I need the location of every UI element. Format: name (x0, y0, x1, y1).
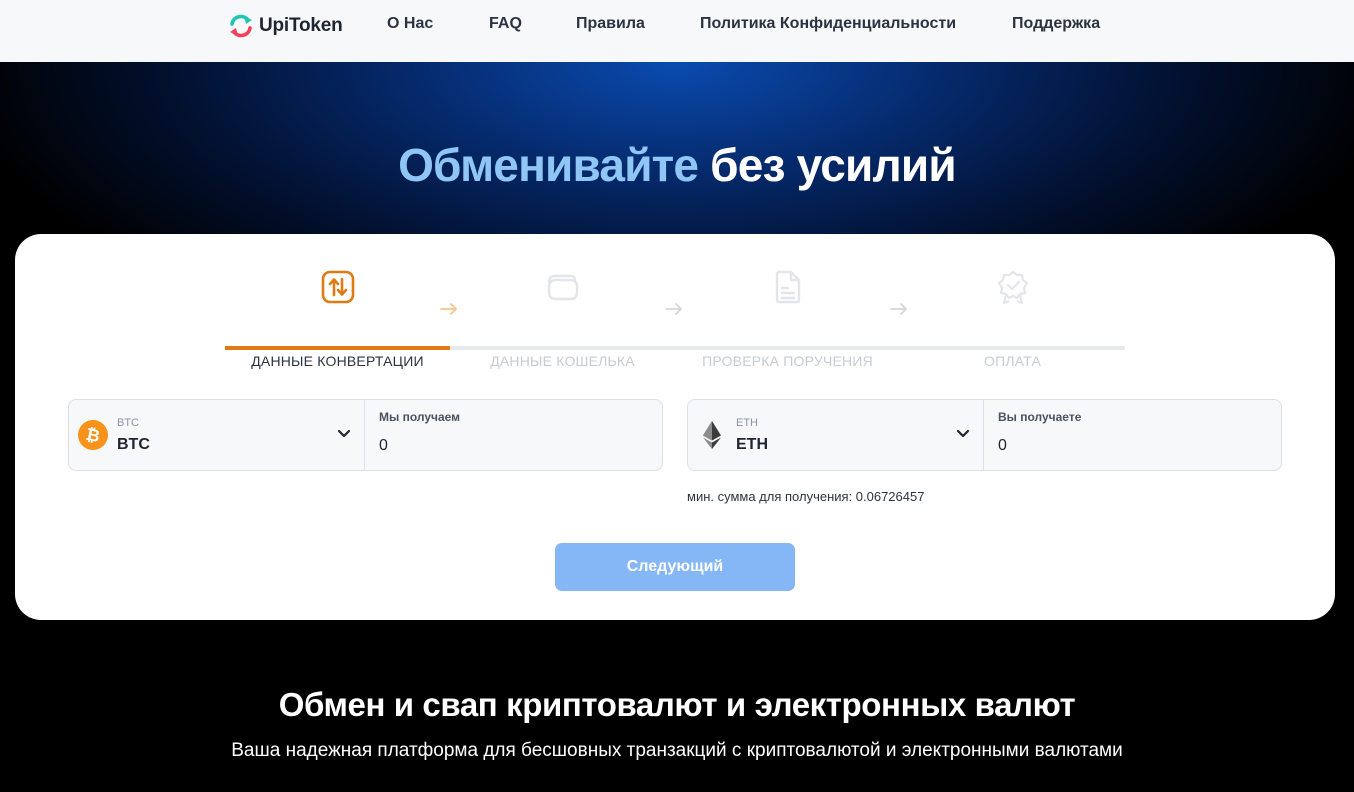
next-button[interactable]: Следующий (555, 543, 795, 591)
step-progress-fill (225, 346, 450, 350)
step-order-review[interactable]: ПРОВЕРКА ПОРУЧЕНИЯ (675, 270, 900, 369)
send-field-group: ₿ BTC BTC Мы получаем (68, 399, 663, 471)
top-nav: UpiToken О Нас FAQ Правила Политика Конф… (0, 0, 1354, 62)
send-amount-label: Мы получаем (379, 410, 461, 424)
brand-name: UpiToken (259, 15, 343, 36)
document-icon (775, 270, 801, 304)
step-label: ПРОВЕРКА ПОРУЧЕНИЯ (702, 353, 873, 369)
wallet-icon (547, 274, 579, 301)
hero-title: Обменивайте без усилий (0, 138, 1354, 192)
send-currency-code: BTC (117, 417, 139, 429)
chevron-down-icon (337, 429, 351, 438)
nav-link-rules[interactable]: Правила (576, 15, 645, 33)
send-currency-select[interactable]: ₿ BTC BTC (69, 400, 365, 470)
receive-amount-input[interactable] (998, 434, 1258, 458)
step-payment[interactable]: ОПЛАТА (900, 270, 1125, 369)
receive-field-group: ETH ETH Вы получаете (687, 399, 1282, 471)
award-badge-icon (997, 270, 1029, 304)
step-label: ДАННЫЕ КОНВЕРТАЦИИ (251, 353, 424, 369)
step-label: ДАННЫЕ КОШЕЛЬКА (490, 353, 635, 369)
receive-currency-name: ETH (736, 436, 768, 453)
nav-link-support[interactable]: Поддержка (1012, 15, 1100, 33)
brand-logo-link[interactable]: UpiToken (228, 12, 343, 40)
section-title: Обмен и свап криптовалют и электронных в… (278, 686, 1076, 723)
step-label: ОПЛАТА (983, 353, 1041, 369)
nav-link-faq[interactable]: FAQ (489, 15, 522, 33)
receive-amount-field: Вы получаете (985, 400, 1282, 470)
chevron-down-icon (956, 429, 970, 438)
send-amount-input[interactable] (379, 434, 639, 458)
nav-link-about[interactable]: О Нас (387, 15, 433, 33)
send-amount-field: Мы получаем (366, 400, 663, 470)
hero-title-highlight: Обменивайте (398, 139, 699, 191)
ethereum-icon (703, 421, 721, 449)
send-currency-name: BTC (117, 436, 150, 453)
section-subtitle: Ваша надежная платформа для бесшовных тр… (231, 740, 1123, 761)
receive-amount-label: Вы получаете (998, 410, 1082, 424)
hero-title-rest: без усилий (710, 139, 957, 191)
logo-icon (230, 14, 252, 38)
swap-arrows-icon (321, 270, 355, 304)
receive-currency-select[interactable]: ETH ETH (688, 400, 984, 470)
step-conversion-data[interactable]: ДАННЫЕ КОНВЕРТАЦИИ (225, 270, 450, 369)
nav-link-privacy-policy[interactable]: Политика Конфиденциальности (700, 15, 956, 33)
step-wallet-data[interactable]: ДАННЫЕ КОШЕЛЬКА (450, 270, 675, 369)
min-amount-note: мин. сумма для получения: 0.06726457 (687, 489, 925, 504)
bitcoin-icon: ₿ (78, 420, 108, 450)
exchange-card: ДАННЫЕ КОНВЕРТАЦИИ ДАННЫЕ КОШЕЛЬКА ПРОВЕ… (15, 234, 1335, 620)
receive-currency-code: ETH (736, 417, 758, 429)
